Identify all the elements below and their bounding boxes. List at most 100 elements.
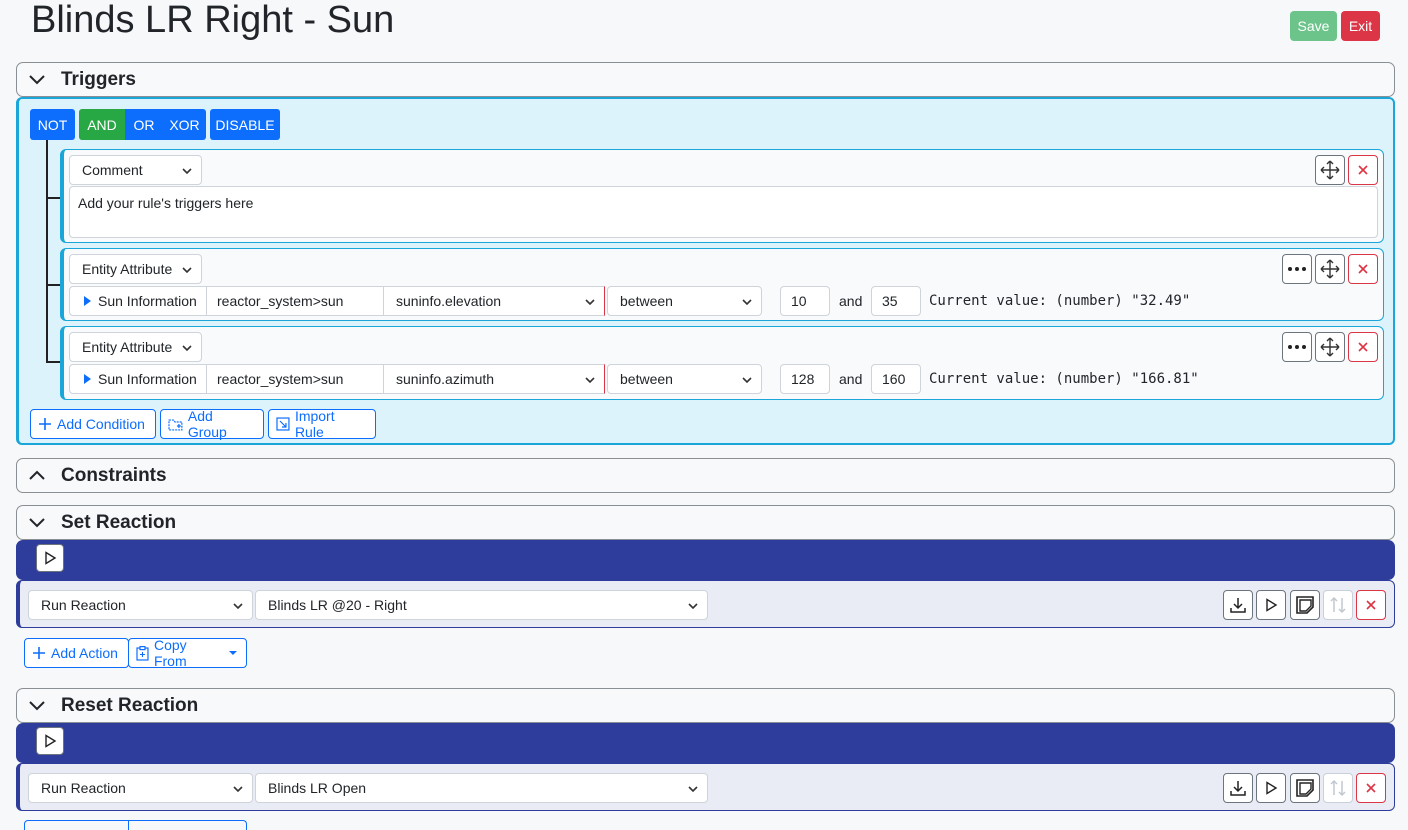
- sticky-note-icon: [1296, 779, 1314, 797]
- delete-action-button[interactable]: [1356, 590, 1386, 620]
- sort-icon: [1330, 779, 1346, 797]
- reaction-target-select[interactable]: Blinds LR Open: [255, 773, 708, 803]
- download-button[interactable]: [1223, 590, 1253, 620]
- run-reset-reaction-button[interactable]: [36, 727, 64, 755]
- value-input-2[interactable]: 35: [871, 286, 921, 316]
- reset-reaction-section-header[interactable]: Reset Reaction: [16, 688, 1395, 723]
- download-icon: [1230, 781, 1246, 796]
- section-title: Set Reaction: [61, 512, 177, 533]
- copy-from-label: Copy From: [153, 637, 187, 669]
- close-icon: [1358, 342, 1368, 352]
- add-action-button-partial[interactable]: [24, 820, 129, 830]
- add-action-label: Add Action: [51, 645, 118, 661]
- more-options-button[interactable]: [1282, 332, 1312, 362]
- page-title: Blinds LR Right - Sun: [31, 0, 395, 41]
- copy-from-button[interactable]: Copy From: [128, 637, 247, 669]
- drag-handle[interactable]: [1315, 155, 1345, 185]
- action-type-label: Run Reaction: [41, 780, 126, 796]
- attribute-select[interactable]: suninfo.elevation: [383, 286, 605, 316]
- more-options-button[interactable]: [1282, 254, 1312, 284]
- caret-right-icon: [84, 374, 91, 384]
- chevron-down-icon: [742, 299, 752, 306]
- or-button[interactable]: OR: [125, 109, 163, 140]
- play-action-button[interactable]: [1256, 590, 1286, 620]
- value-input-1[interactable]: 10: [780, 286, 830, 316]
- and-button[interactable]: AND: [79, 109, 125, 140]
- chevron-down-icon: [585, 299, 595, 306]
- condition-type-select[interactable]: Entity Attribute: [69, 254, 202, 284]
- caret-down-icon: [229, 651, 238, 655]
- drag-handle[interactable]: [1315, 332, 1345, 362]
- condition-type-select[interactable]: Comment: [69, 155, 202, 185]
- operator-select[interactable]: between: [607, 364, 762, 394]
- copy-from-button-partial[interactable]: [128, 820, 247, 830]
- exit-button[interactable]: Exit: [1341, 11, 1380, 41]
- constraints-section-header[interactable]: Constraints: [16, 458, 1395, 493]
- xor-button[interactable]: XOR: [163, 109, 206, 140]
- chevron-down-icon: [585, 377, 595, 384]
- move-icon: [1320, 160, 1340, 180]
- action-type-label: Run Reaction: [41, 597, 126, 613]
- condition-type-label: Entity Attribute: [82, 261, 173, 277]
- import-icon: [276, 417, 290, 431]
- delete-condition-button[interactable]: [1348, 254, 1378, 284]
- copy-action-button[interactable]: [1290, 590, 1320, 620]
- not-button[interactable]: NOT: [30, 109, 75, 140]
- triggers-section-header[interactable]: Triggers: [16, 62, 1395, 97]
- operator-select[interactable]: between: [607, 286, 762, 316]
- drag-handle[interactable]: [1315, 254, 1345, 284]
- reorder-button[interactable]: [1323, 773, 1353, 803]
- close-icon: [1358, 165, 1368, 175]
- entity-id: reactor_system>sun: [206, 286, 384, 316]
- action-type-select[interactable]: Run Reaction: [28, 773, 253, 803]
- add-action-button[interactable]: Add Action: [24, 638, 129, 668]
- run-set-reaction-button[interactable]: [36, 544, 64, 572]
- attribute-select[interactable]: suninfo.azimuth: [383, 364, 605, 394]
- value-input-2[interactable]: 160: [871, 364, 921, 394]
- delete-condition-button[interactable]: [1348, 155, 1378, 185]
- import-rule-button[interactable]: Import Rule: [268, 408, 376, 440]
- condition-type-select[interactable]: Entity Attribute: [69, 332, 202, 362]
- copy-action-button[interactable]: [1290, 773, 1320, 803]
- set-reaction-section-header[interactable]: Set Reaction: [16, 505, 1395, 540]
- chevron-down-icon: [182, 168, 192, 175]
- chevron-down-icon: [688, 603, 698, 610]
- value-input-1[interactable]: 128: [780, 364, 830, 394]
- entity-picker[interactable]: Sun Information: [69, 364, 207, 394]
- download-button[interactable]: [1223, 773, 1253, 803]
- comment-textarea[interactable]: Add your rule's triggers here: [69, 186, 1378, 238]
- section-title: Constraints: [61, 465, 167, 486]
- reorder-button[interactable]: [1323, 590, 1353, 620]
- reaction-target-select[interactable]: Blinds LR @20 - Right: [255, 590, 708, 620]
- chevron-down-icon[interactable]: [27, 70, 47, 90]
- ellipsis-icon: [1288, 267, 1306, 271]
- condition-type-label: Entity Attribute: [82, 339, 173, 355]
- plus-icon: [39, 418, 51, 430]
- chevron-down-icon: [182, 267, 192, 274]
- sort-icon: [1330, 596, 1346, 614]
- sticky-note-icon: [1296, 596, 1314, 614]
- action-type-select[interactable]: Run Reaction: [28, 590, 253, 620]
- chevron-down-icon: [688, 786, 698, 793]
- play-action-button[interactable]: [1256, 773, 1286, 803]
- entity-picker[interactable]: Sun Information: [69, 286, 207, 316]
- add-group-button[interactable]: Add Group: [160, 408, 264, 440]
- move-icon: [1320, 337, 1340, 357]
- save-button[interactable]: Save: [1290, 11, 1337, 41]
- delete-action-button[interactable]: [1356, 773, 1386, 803]
- chevron-down-icon: [233, 603, 243, 610]
- chevron-up-icon[interactable]: [27, 466, 47, 486]
- close-icon: [1366, 600, 1376, 610]
- delete-condition-button[interactable]: [1348, 332, 1378, 362]
- play-icon: [45, 551, 57, 565]
- disable-button[interactable]: DISABLE: [210, 109, 280, 140]
- entity-id: reactor_system>sun: [206, 364, 384, 394]
- move-icon: [1320, 259, 1340, 279]
- add-condition-button[interactable]: Add Condition: [30, 409, 156, 439]
- operator-label: between: [620, 371, 673, 387]
- chevron-down-icon: [742, 377, 752, 384]
- chevron-down-icon[interactable]: [27, 513, 47, 533]
- attribute-label: suninfo.azimuth: [396, 371, 495, 387]
- condition-type-label: Comment: [82, 162, 143, 178]
- chevron-down-icon[interactable]: [27, 696, 47, 716]
